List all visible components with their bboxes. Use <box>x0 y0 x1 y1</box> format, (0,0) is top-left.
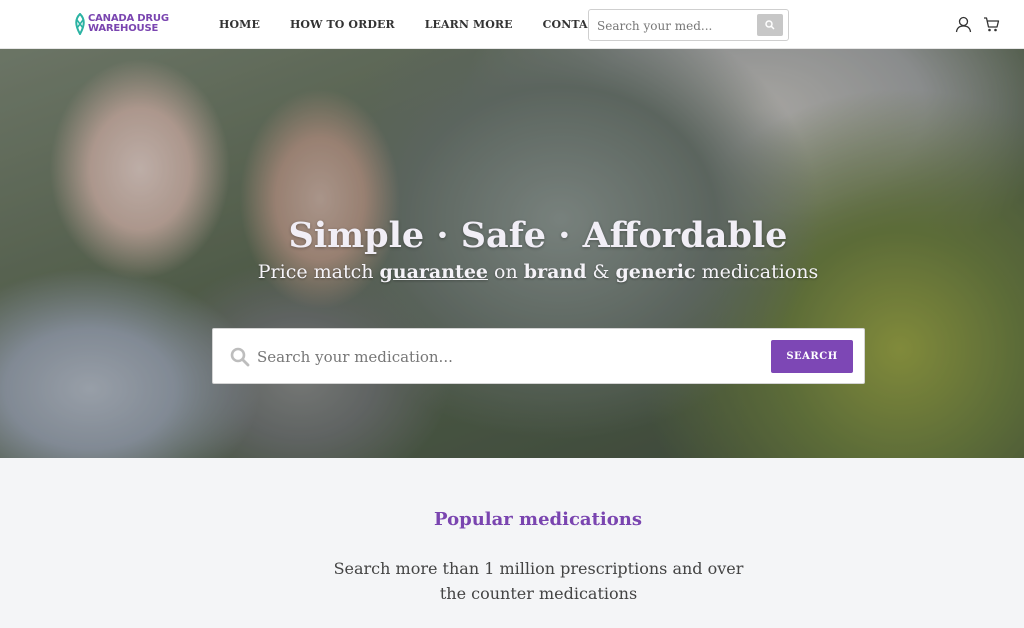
hero-banner: Simple · Safe · Affordable Price match g… <box>0 49 1024 458</box>
logo-text: CANADA DRUG WAREHOUSE <box>88 14 169 34</box>
logo-leaf-icon <box>75 13 85 35</box>
hero-search-button[interactable]: SEARCH <box>771 340 853 373</box>
hero-subtitle: Price match guarantee on brand & generic… <box>0 261 1024 283</box>
subtitle-part1: Price match <box>257 261 380 283</box>
popular-description: Search more than 1 million prescriptions… <box>333 559 744 603</box>
hero-search-box: SEARCH <box>212 328 865 384</box>
logo-line2: WAREHOUSE <box>88 23 159 34</box>
subtitle-guarantee: guarantee <box>379 261 489 283</box>
cart-icon[interactable] <box>983 16 1000 33</box>
site-logo[interactable]: CANADA DRUG WAREHOUSE <box>74 13 169 35</box>
subtitle-part2: on <box>488 261 524 283</box>
subtitle-part3: & <box>586 261 616 283</box>
search-icon <box>765 20 775 30</box>
nav-how-to-order[interactable]: HOW TO ORDER <box>290 18 395 31</box>
header-search-button[interactable] <box>757 14 783 36</box>
hero-search-input[interactable] <box>257 343 757 371</box>
popular-section: Popular medications Search more than 1 m… <box>0 458 1024 628</box>
user-icon[interactable] <box>955 16 972 33</box>
nav-learn-more[interactable]: LEARN MORE <box>425 18 513 31</box>
subtitle-part4: medications <box>695 261 819 283</box>
header-search <box>588 9 789 41</box>
site-header: CANADA DRUG WAREHOUSE HOME HOW TO ORDER … <box>0 0 1024 49</box>
nav-home[interactable]: HOME <box>219 18 260 31</box>
popular-title: Popular medications <box>434 509 642 530</box>
header-search-input[interactable] <box>597 16 757 36</box>
search-icon <box>230 347 250 367</box>
subtitle-generic: generic <box>615 261 696 283</box>
hero-title: Simple · Safe · Affordable <box>288 215 788 256</box>
subtitle-brand: brand <box>523 261 587 283</box>
